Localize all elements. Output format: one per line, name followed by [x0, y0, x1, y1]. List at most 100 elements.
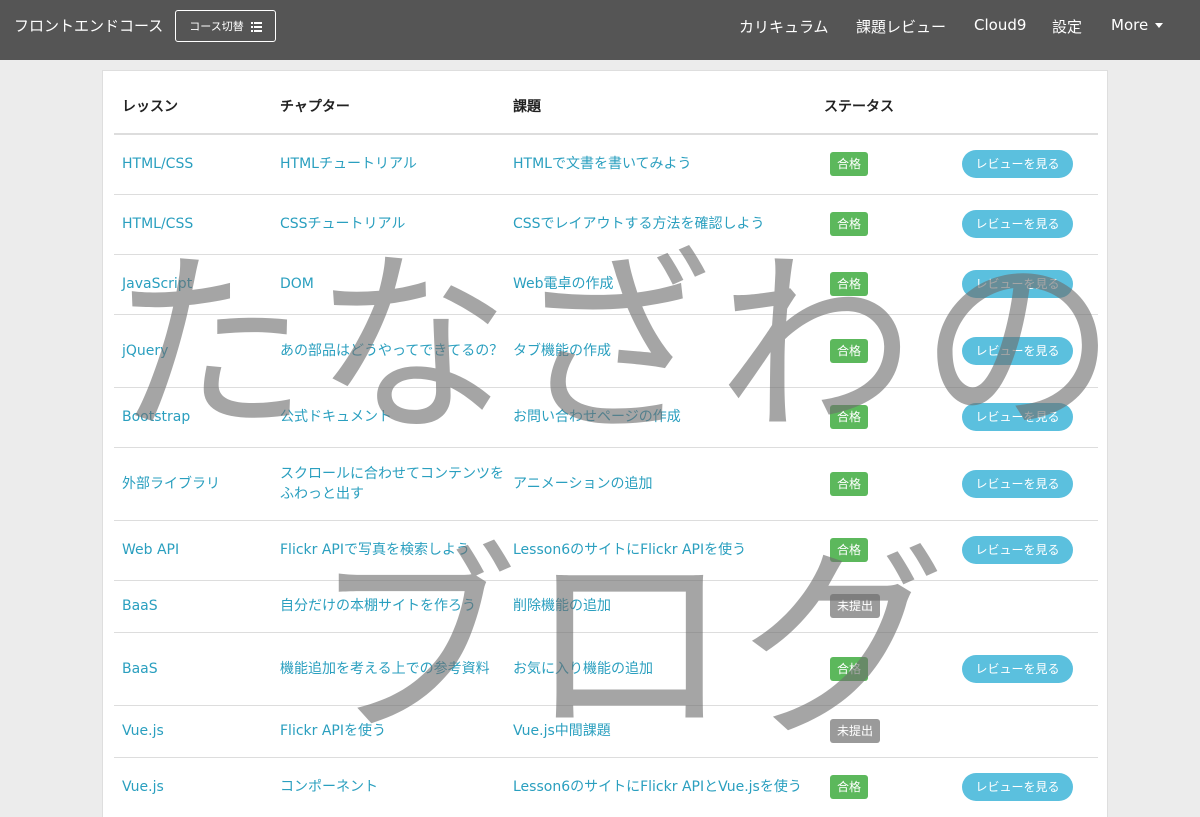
task-link-cell: お問い合わせページの作成 [505, 387, 816, 448]
chapter-link[interactable]: あの部品はどうやってできてるの？ [280, 343, 503, 359]
task-panel: レッスン チャプター 課題 ステータス HTML/CSS HTMLチュートリアル H… [102, 70, 1108, 817]
course-switch-button[interactable]: コース切替 [175, 10, 276, 42]
task-link[interactable]: CSSでレイアウトする方法を確認しよう [513, 216, 765, 232]
lesson-link[interactable]: BaaS [122, 661, 158, 677]
table-row: Bootstrap 公式ドキュメント お問い合わせページの作成 合格 レビューを見る [114, 387, 1098, 448]
view-review-button[interactable]: レビューを見る [962, 654, 1073, 683]
lesson-link[interactable]: BaaS [122, 598, 158, 614]
action-cell [948, 580, 1098, 633]
chapter-link[interactable]: DOM [280, 276, 314, 292]
nav-settings[interactable]: 設定 [1052, 16, 1082, 37]
table-row: Vue.js Flickr APIを使う Vue.js中間課題 未提出 [114, 705, 1098, 758]
status-badge-cell: 合格 [816, 632, 948, 706]
view-review-button[interactable]: レビューを見る [962, 270, 1073, 298]
list-icon [250, 21, 262, 32]
chapter-link-cell: コンポーネント [272, 757, 505, 817]
chapter-link[interactable]: コンポーネント [280, 779, 378, 795]
task-link[interactable]: アニメーションの追加 [513, 476, 652, 492]
chapter-link[interactable]: HTMLチュートリアル [280, 156, 417, 172]
nav-cloud9[interactable]: Cloud9 [974, 16, 1026, 34]
task-link[interactable]: 削除機能の追加 [513, 598, 611, 614]
top-navbar: フロントエンドコース コース切替 カリキュラム 課題レビュー Cloud9 設定… [0, 0, 1200, 60]
action-cell: レビューを見る [948, 757, 1098, 817]
action-cell: レビューを見る [948, 387, 1098, 448]
status-badge-cell: 合格 [816, 387, 948, 448]
view-review-button[interactable]: レビューを見る [962, 773, 1073, 801]
column-header-status: ステータス [816, 71, 948, 135]
lesson-link[interactable]: HTML/CSS [122, 216, 193, 232]
chapter-link-cell: CSSチュートリアル [272, 194, 505, 255]
chapter-link-cell: 機能追加を考える上での参考資料 [272, 632, 505, 706]
lesson-link[interactable]: Bootstrap [122, 409, 190, 425]
course-title[interactable]: フロントエンドコース [14, 15, 163, 36]
task-link-cell: Web電卓の作成 [505, 254, 816, 315]
status-badge: 合格 [830, 656, 869, 681]
lesson-link-cell: HTML/CSS [114, 134, 272, 195]
chapter-link[interactable]: Flickr APIで写真を検索しよう [280, 542, 470, 558]
task-link[interactable]: Web電卓の作成 [513, 276, 614, 292]
lesson-link-cell: JavaScript [114, 254, 272, 315]
view-review-button[interactable]: レビューを見る [962, 210, 1073, 238]
status-badge: 合格 [830, 338, 869, 363]
status-badge: 未提出 [830, 594, 881, 618]
task-link-cell: Lesson6のサイトにFlickr APIとVue.jsを使う [505, 757, 816, 817]
status-badge-cell: 合格 [816, 757, 948, 817]
action-cell: レビューを見る [948, 254, 1098, 315]
table-row: jQuery あの部品はどうやってできてるの？ タブ機能の作成 合格 レビューを見る [114, 314, 1098, 388]
chapter-link-cell: Flickr APIで写真を検索しよう [272, 520, 505, 581]
column-header-chapter: チャプター [272, 71, 505, 135]
action-cell: レビューを見る [948, 447, 1098, 521]
nav-curriculum[interactable]: カリキュラム [739, 16, 829, 37]
chapter-link[interactable]: 公式ドキュメント [280, 409, 392, 425]
action-cell: レビューを見る [948, 632, 1098, 706]
lesson-link[interactable]: Vue.js [122, 723, 164, 739]
chapter-link-cell: Flickr APIを使う [272, 705, 505, 758]
status-badge-cell: 合格 [816, 447, 948, 521]
table-row: 外部ライブラリ スクロールに合わせてコンテンツをふわっと出す アニメーションの追加 合… [114, 447, 1098, 521]
lesson-link[interactable]: jQuery [122, 343, 168, 359]
status-badge-cell: 合格 [816, 314, 948, 388]
table-row: BaaS 自分だけの本棚サイトを作ろう 削除機能の追加 未提出 [114, 580, 1098, 633]
chapter-link[interactable]: 機能追加を考える上での参考資料 [280, 661, 490, 677]
view-review-button[interactable]: レビューを見る [962, 536, 1073, 564]
chapter-link[interactable]: 自分だけの本棚サイトを作ろう [280, 598, 476, 614]
view-review-button[interactable]: レビューを見る [962, 150, 1073, 179]
lesson-link[interactable]: Vue.js [122, 779, 164, 795]
task-link-cell: アニメーションの追加 [505, 447, 816, 521]
action-cell [948, 705, 1098, 758]
status-badge: 合格 [830, 405, 869, 429]
task-link[interactable]: タブ機能の作成 [513, 343, 611, 359]
more-label: More [1111, 16, 1149, 34]
view-review-button[interactable]: レビューを見る [962, 469, 1073, 498]
task-link[interactable]: Vue.js中間課題 [513, 723, 611, 739]
nav-more-dropdown[interactable]: More [1111, 16, 1164, 34]
chapter-link-cell: 公式ドキュメント [272, 387, 505, 448]
chapter-link-cell: 自分だけの本棚サイトを作ろう [272, 580, 505, 633]
lesson-link-cell: BaaS [114, 632, 272, 706]
status-badge: 合格 [830, 212, 869, 236]
lesson-link-cell: Web API [114, 520, 272, 581]
task-link[interactable]: Lesson6のサイトにFlickr APIとVue.jsを使う [513, 779, 802, 795]
view-review-button[interactable]: レビューを見る [962, 336, 1073, 365]
lesson-link-cell: Vue.js [114, 705, 272, 758]
action-cell: レビューを見る [948, 134, 1098, 195]
nav-task-review[interactable]: 課題レビュー [856, 16, 946, 37]
task-link[interactable]: お気に入り機能の追加 [513, 661, 653, 677]
task-link-cell: 削除機能の追加 [505, 580, 816, 633]
task-link[interactable]: お問い合わせページの作成 [513, 409, 681, 425]
status-badge: 合格 [830, 272, 869, 296]
chapter-link[interactable]: CSSチュートリアル [280, 216, 405, 232]
chapter-link[interactable]: Flickr APIを使う [280, 723, 386, 739]
lesson-link-cell: HTML/CSS [114, 194, 272, 255]
lesson-link[interactable]: JavaScript [122, 276, 192, 292]
lesson-link[interactable]: HTML/CSS [122, 156, 193, 172]
lesson-link[interactable]: Web API [122, 542, 179, 558]
task-link[interactable]: Lesson6のサイトにFlickr APIを使う [513, 542, 746, 558]
status-badge-cell: 合格 [816, 254, 948, 315]
status-badge-cell: 未提出 [816, 705, 948, 758]
lesson-link[interactable]: 外部ライブラリ [122, 476, 220, 492]
chapter-link[interactable]: スクロールに合わせてコンテンツをふわっと出す [280, 466, 504, 502]
task-link[interactable]: HTMLで文書を書いてみよう [513, 156, 692, 172]
view-review-button[interactable]: レビューを見る [962, 403, 1073, 431]
column-header-lesson: レッスン [114, 71, 272, 135]
